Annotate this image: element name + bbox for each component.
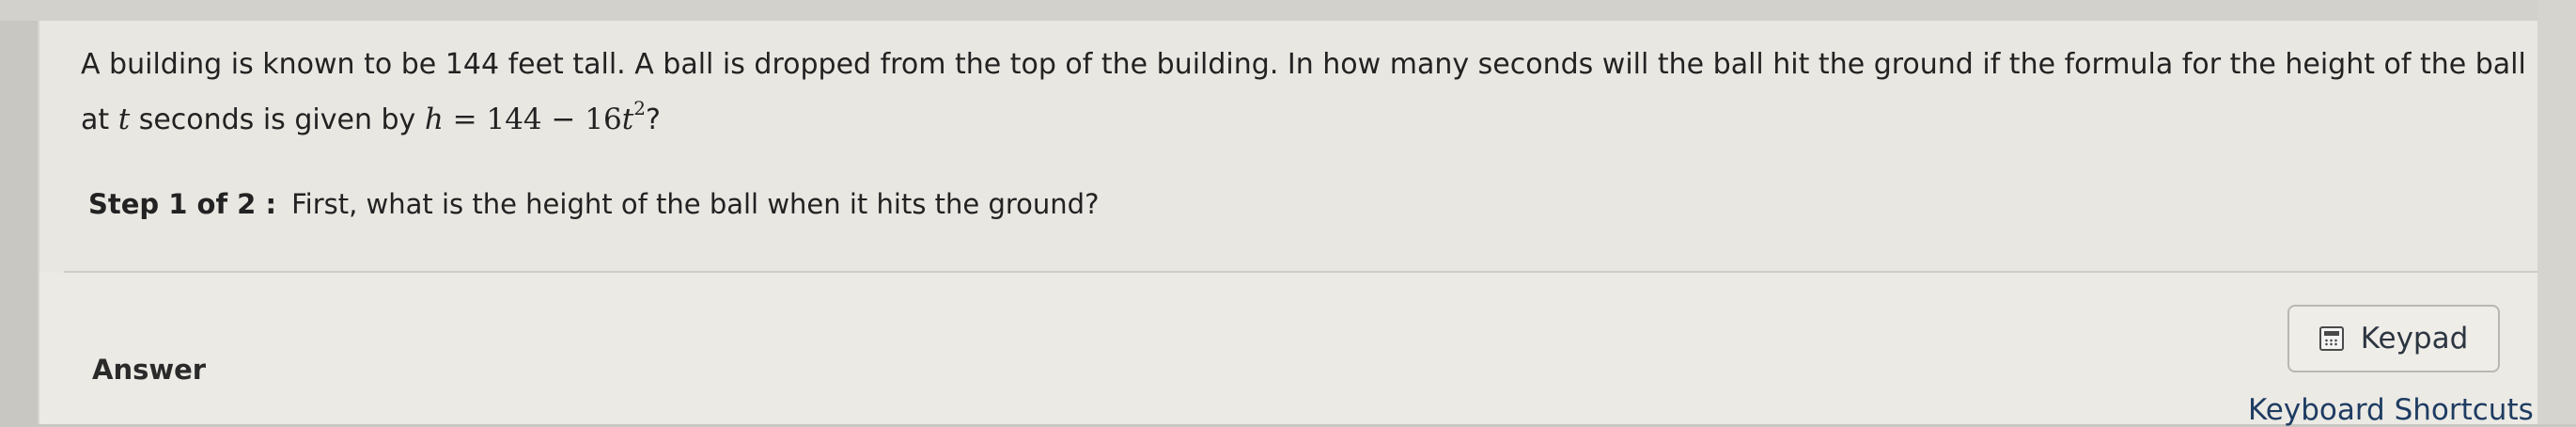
keypad-label: Keypad: [2360, 322, 2469, 356]
math-variable-t: t: [117, 103, 131, 136]
question-card: A building is known to be 144 feet tall.…: [38, 21, 2539, 427]
step-line: Step 1 of 2 : First, what is the height o…: [88, 188, 1099, 220]
answer-section: Answer Keypad Keyboard Shortcuts: [39, 273, 2539, 427]
step-prompt: First, what is the height of the ball wh…: [291, 188, 1100, 220]
right-strip: [2537, 0, 2576, 424]
step-label: Step 1 of 2 :: [88, 188, 277, 220]
question-text: A building is known to be 144 feet tall.…: [81, 38, 2543, 148]
calculator-icon: [2318, 326, 2344, 351]
keyboard-shortcuts-link[interactable]: Keyboard Shortcuts: [2248, 393, 2534, 427]
formula-var: t: [621, 103, 634, 136]
question-section: A building is known to be 144 feet tall.…: [39, 21, 2539, 267]
height-formula: h = 144 − 16t2: [424, 99, 646, 136]
question-text-part2: seconds is given by: [130, 103, 425, 136]
keypad-button[interactable]: Keypad: [2287, 305, 2500, 372]
formula-lhs: h: [424, 103, 444, 136]
formula-exponent: 2: [633, 96, 646, 119]
top-strip: [0, 0, 2576, 21]
formula-rhs-prefix: = 144 − 16: [443, 103, 622, 136]
question-text-part3: ?: [645, 103, 661, 136]
answer-label: Answer: [92, 354, 207, 386]
